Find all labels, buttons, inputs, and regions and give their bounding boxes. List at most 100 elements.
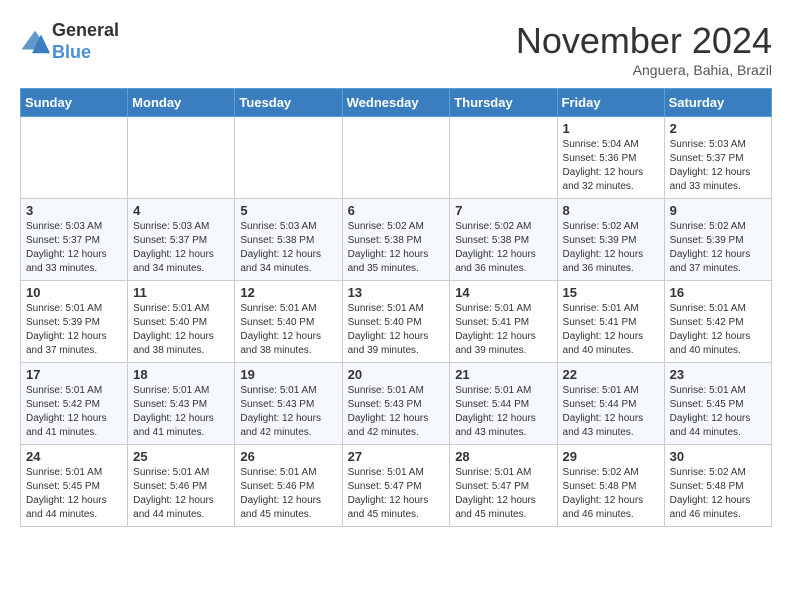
calendar-cell: [450, 117, 557, 199]
calendar-cell: 25 Sunrise: 5:01 AM Sunset: 5:46 PM Dayli…: [128, 445, 235, 527]
day-number: 26: [240, 449, 336, 464]
day-info: Sunrise: 5:01 AM Sunset: 5:43 PM Dayligh…: [348, 384, 445, 440]
day-number: 2: [670, 121, 766, 136]
calendar-cell: [235, 117, 342, 199]
calendar-cell: [342, 117, 450, 199]
month-title: November 2024: [516, 20, 772, 62]
calendar-cell: 23 Sunrise: 5:01 AM Sunset: 5:45 PM Dayli…: [664, 363, 771, 445]
calendar-cell: 27 Sunrise: 5:01 AM Sunset: 5:47 PM Dayli…: [342, 445, 450, 527]
calendar-cell: 6 Sunrise: 5:02 AM Sunset: 5:38 PM Daylig…: [342, 199, 450, 281]
day-number: 10: [26, 285, 122, 300]
calendar-week-row: 3 Sunrise: 5:03 AM Sunset: 5:37 PM Daylig…: [21, 199, 772, 281]
day-info: Sunrise: 5:01 AM Sunset: 5:42 PM Dayligh…: [26, 384, 122, 440]
calendar-cell: 11 Sunrise: 5:01 AM Sunset: 5:40 PM Dayli…: [128, 281, 235, 363]
day-info: Sunrise: 5:01 AM Sunset: 5:43 PM Dayligh…: [133, 384, 229, 440]
day-info: Sunrise: 5:01 AM Sunset: 5:47 PM Dayligh…: [348, 466, 445, 522]
day-info: Sunrise: 5:03 AM Sunset: 5:38 PM Dayligh…: [240, 220, 336, 276]
day-info: Sunrise: 5:03 AM Sunset: 5:37 PM Dayligh…: [133, 220, 229, 276]
day-info: Sunrise: 5:01 AM Sunset: 5:40 PM Dayligh…: [240, 302, 336, 358]
calendar-cell: 7 Sunrise: 5:02 AM Sunset: 5:38 PM Daylig…: [450, 199, 557, 281]
calendar-cell: 9Sunrise: 5:02 AM Sunset: 5:39 PM Daylig…: [664, 199, 771, 281]
calendar-cell: 4 Sunrise: 5:03 AM Sunset: 5:37 PM Daylig…: [128, 199, 235, 281]
calendar-cell: 22Sunrise: 5:01 AM Sunset: 5:44 PM Dayli…: [557, 363, 664, 445]
calendar-cell: 17 Sunrise: 5:01 AM Sunset: 5:42 PM Dayli…: [21, 363, 128, 445]
calendar-cell: 24Sunrise: 5:01 AM Sunset: 5:45 PM Dayli…: [21, 445, 128, 527]
day-number: 6: [348, 203, 445, 218]
day-number: 11: [133, 285, 229, 300]
day-info: Sunrise: 5:02 AM Sunset: 5:48 PM Dayligh…: [563, 466, 659, 522]
day-number: 13: [348, 285, 445, 300]
calendar-cell: 30 Sunrise: 5:02 AM Sunset: 5:48 PM Dayli…: [664, 445, 771, 527]
calendar-cell: [21, 117, 128, 199]
day-number: 29: [563, 449, 659, 464]
calendar-cell: 18 Sunrise: 5:01 AM Sunset: 5:43 PM Dayli…: [128, 363, 235, 445]
calendar-cell: 10 Sunrise: 5:01 AM Sunset: 5:39 PM Dayli…: [21, 281, 128, 363]
location: Anguera, Bahia, Brazil: [516, 62, 772, 78]
day-info: Sunrise: 5:03 AM Sunset: 5:37 PM Dayligh…: [26, 220, 122, 276]
day-number: 30: [670, 449, 766, 464]
day-info: Sunrise: 5:01 AM Sunset: 5:42 PM Dayligh…: [670, 302, 766, 358]
day-info: Sunrise: 5:01 AM Sunset: 5:43 PM Dayligh…: [240, 384, 336, 440]
day-info: Sunrise: 5:03 AM Sunset: 5:37 PM Dayligh…: [670, 138, 766, 194]
day-number: 1: [563, 121, 659, 136]
weekday-header-thursday: Thursday: [450, 89, 557, 117]
day-number: 17: [26, 367, 122, 382]
day-info: Sunrise: 5:02 AM Sunset: 5:48 PM Dayligh…: [670, 466, 766, 522]
day-number: 19: [240, 367, 336, 382]
day-info: Sunrise: 5:01 AM Sunset: 5:40 PM Dayligh…: [133, 302, 229, 358]
calendar-week-row: 1Sunrise: 5:04 AM Sunset: 5:36 PM Daylig…: [21, 117, 772, 199]
day-info: Sunrise: 5:01 AM Sunset: 5:45 PM Dayligh…: [26, 466, 122, 522]
day-number: 21: [455, 367, 551, 382]
weekday-header-sunday: Sunday: [21, 89, 128, 117]
calendar-cell: 20 Sunrise: 5:01 AM Sunset: 5:43 PM Dayli…: [342, 363, 450, 445]
calendar-cell: 1Sunrise: 5:04 AM Sunset: 5:36 PM Daylig…: [557, 117, 664, 199]
day-number: 9: [670, 203, 766, 218]
calendar-cell: 12 Sunrise: 5:01 AM Sunset: 5:40 PM Dayli…: [235, 281, 342, 363]
page-header: General Blue November 2024 Anguera, Bahi…: [20, 20, 772, 78]
day-info: Sunrise: 5:01 AM Sunset: 5:41 PM Dayligh…: [563, 302, 659, 358]
day-number: 25: [133, 449, 229, 464]
day-info: Sunrise: 5:02 AM Sunset: 5:39 PM Dayligh…: [563, 220, 659, 276]
day-number: 5: [240, 203, 336, 218]
calendar-cell: 13Sunrise: 5:01 AM Sunset: 5:40 PM Dayli…: [342, 281, 450, 363]
calendar-cell: 26 Sunrise: 5:01 AM Sunset: 5:46 PM Dayli…: [235, 445, 342, 527]
logo-icon: [20, 27, 50, 57]
day-number: 23: [670, 367, 766, 382]
calendar-cell: 2 Sunrise: 5:03 AM Sunset: 5:37 PM Daylig…: [664, 117, 771, 199]
day-info: Sunrise: 5:01 AM Sunset: 5:39 PM Dayligh…: [26, 302, 122, 358]
day-number: 8: [563, 203, 659, 218]
calendar-cell: 21Sunrise: 5:01 AM Sunset: 5:44 PM Dayli…: [450, 363, 557, 445]
day-number: 3: [26, 203, 122, 218]
calendar-week-row: 24Sunrise: 5:01 AM Sunset: 5:45 PM Dayli…: [21, 445, 772, 527]
day-info: Sunrise: 5:01 AM Sunset: 5:46 PM Dayligh…: [133, 466, 229, 522]
day-info: Sunrise: 5:02 AM Sunset: 5:38 PM Dayligh…: [348, 220, 445, 276]
day-number: 12: [240, 285, 336, 300]
calendar-cell: 3 Sunrise: 5:03 AM Sunset: 5:37 PM Daylig…: [21, 199, 128, 281]
day-number: 28: [455, 449, 551, 464]
calendar-cell: 5 Sunrise: 5:03 AM Sunset: 5:38 PM Daylig…: [235, 199, 342, 281]
day-number: 4: [133, 203, 229, 218]
day-info: Sunrise: 5:01 AM Sunset: 5:44 PM Dayligh…: [563, 384, 659, 440]
calendar-cell: [128, 117, 235, 199]
weekday-header-tuesday: Tuesday: [235, 89, 342, 117]
calendar-week-row: 10 Sunrise: 5:01 AM Sunset: 5:39 PM Dayli…: [21, 281, 772, 363]
day-number: 27: [348, 449, 445, 464]
calendar-cell: 8 Sunrise: 5:02 AM Sunset: 5:39 PM Daylig…: [557, 199, 664, 281]
day-info: Sunrise: 5:01 AM Sunset: 5:46 PM Dayligh…: [240, 466, 336, 522]
day-number: 18: [133, 367, 229, 382]
calendar-cell: 16 Sunrise: 5:01 AM Sunset: 5:42 PM Dayli…: [664, 281, 771, 363]
title-block: November 2024 Anguera, Bahia, Brazil: [516, 20, 772, 78]
calendar-cell: 28 Sunrise: 5:01 AM Sunset: 5:47 PM Dayli…: [450, 445, 557, 527]
day-number: 7: [455, 203, 551, 218]
calendar-table: SundayMondayTuesdayWednesdayThursdayFrid…: [20, 88, 772, 527]
day-info: Sunrise: 5:01 AM Sunset: 5:47 PM Dayligh…: [455, 466, 551, 522]
day-info: Sunrise: 5:02 AM Sunset: 5:38 PM Dayligh…: [455, 220, 551, 276]
day-info: Sunrise: 5:01 AM Sunset: 5:45 PM Dayligh…: [670, 384, 766, 440]
weekday-header-wednesday: Wednesday: [342, 89, 450, 117]
day-number: 20: [348, 367, 445, 382]
day-number: 16: [670, 285, 766, 300]
weekday-header-friday: Friday: [557, 89, 664, 117]
calendar-cell: 19 Sunrise: 5:01 AM Sunset: 5:43 PM Dayli…: [235, 363, 342, 445]
weekday-header-monday: Monday: [128, 89, 235, 117]
calendar-week-row: 17 Sunrise: 5:01 AM Sunset: 5:42 PM Dayli…: [21, 363, 772, 445]
